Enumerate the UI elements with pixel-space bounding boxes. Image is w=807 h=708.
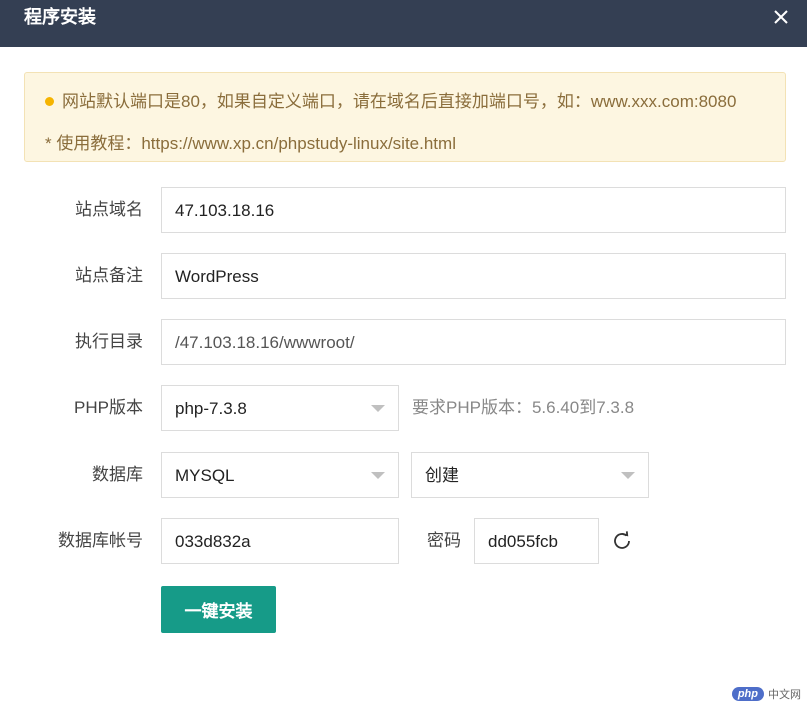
close-icon[interactable]: [771, 7, 791, 27]
db-action-value: 创建: [425, 466, 459, 485]
db-account-label: 数据库帐号: [58, 531, 143, 550]
dir-input[interactable]: /47.103.18.16/wwwroot/: [161, 319, 786, 365]
dialog-titlebar: 程序安装: [0, 0, 807, 47]
warning-dot-icon: [45, 97, 54, 107]
db-type-value: MYSQL: [175, 466, 235, 485]
chevron-down-icon: [621, 472, 635, 479]
refresh-icon[interactable]: [611, 530, 633, 552]
notice-tutorial-text: * 使用教程：https://www.xp.cn/phpstudy-linux/…: [45, 134, 456, 153]
db-type-select[interactable]: MYSQL: [161, 452, 399, 498]
php-version-value: php-7.3.8: [175, 399, 247, 418]
php-version-hint: 要求PHP版本：5.6.40到7.3.8: [412, 398, 635, 417]
chevron-down-icon: [371, 472, 385, 479]
watermark-text: 中文网: [768, 689, 801, 701]
install-button[interactable]: 一键安装: [161, 586, 276, 633]
php-logo: php: [731, 687, 764, 701]
note-input[interactable]: WordPress: [161, 253, 786, 299]
php-label: PHP版本: [74, 398, 143, 417]
php-version-select[interactable]: php-7.3.8: [161, 385, 399, 431]
watermark: php 中文网: [731, 686, 801, 702]
notice-line-port: 网站默认端口是80，如果自定义端口，请在域名后直接加端口号，如：www.xxx.…: [45, 87, 736, 112]
chevron-down-icon: [371, 405, 385, 412]
notice-box: 网站默认端口是80，如果自定义端口，请在域名后直接加端口号，如：www.xxx.…: [24, 72, 786, 162]
domain-input[interactable]: 47.103.18.16: [161, 187, 786, 233]
db-action-select[interactable]: 创建: [411, 452, 649, 498]
dialog-title: 程序安装: [24, 7, 96, 27]
note-label: 站点备注: [75, 266, 143, 285]
notice-port-text: 网站默认端口是80，如果自定义端口，请在域名后直接加端口号，如：www.xxx.…: [62, 92, 737, 111]
dir-label: 执行目录: [75, 332, 143, 351]
password-input[interactable]: dd055fcb: [474, 518, 599, 564]
domain-label: 站点域名: [75, 200, 143, 219]
password-label: 密码: [427, 531, 461, 550]
db-label: 数据库: [92, 465, 143, 484]
